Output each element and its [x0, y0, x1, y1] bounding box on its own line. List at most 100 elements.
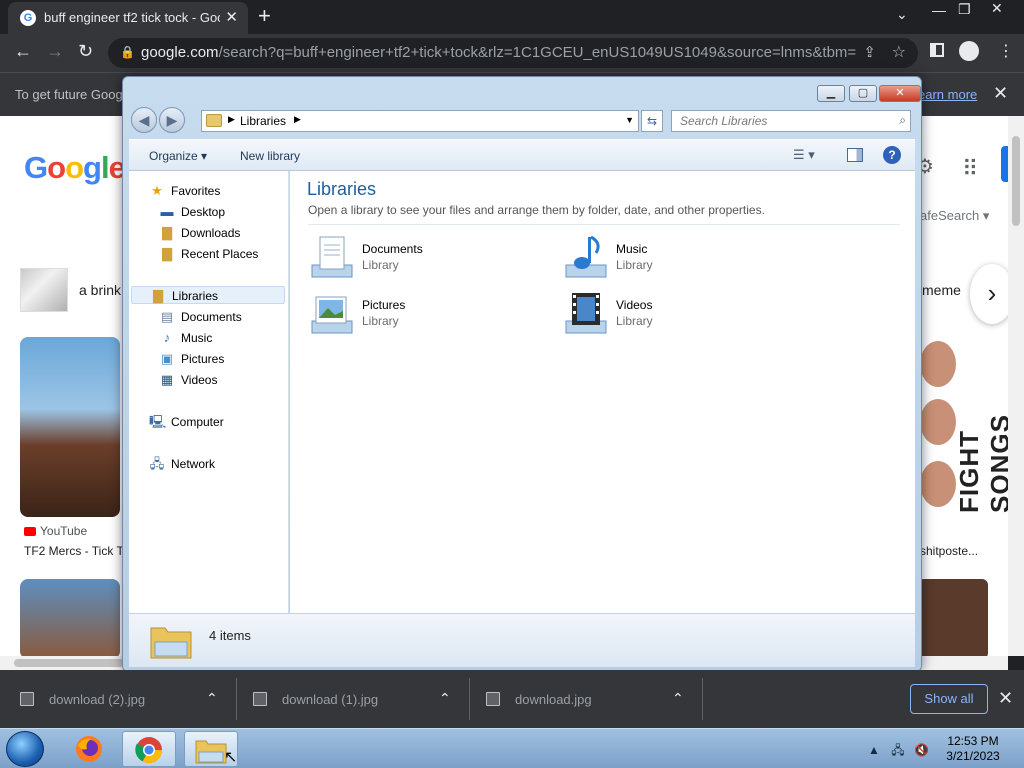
page-vertical-scrollbar[interactable] [1008, 116, 1024, 656]
taskbar-chrome[interactable] [122, 731, 176, 767]
download-menu-chevron-icon[interactable]: ⌃ [206, 690, 218, 707]
nav-videos[interactable]: ▦ Videos [159, 371, 218, 389]
explorer-window[interactable]: ▁ ▢ ✕ ◀ ▶ ▶ Libraries ▶ ▼ ⇆ Search Libra… [122, 76, 922, 672]
show-hidden-icons-chevron-icon[interactable]: ▲ [868, 743, 880, 757]
show-all-downloads-button[interactable]: Show all [910, 684, 988, 714]
explorer-back-icon[interactable]: ◀ [131, 107, 157, 133]
clock-date: 3/21/2023 [946, 749, 1000, 763]
library-pictures[interactable]: Pictures Library [308, 289, 548, 337]
side-panel-icon[interactable] [930, 43, 944, 57]
related-chip-thumbnail[interactable] [20, 268, 68, 312]
close-window-icon[interactable]: ✕ [991, 0, 1003, 17]
organize-button[interactable]: Organize ▾ [149, 149, 207, 163]
library-music[interactable]: Music Library [562, 233, 802, 281]
start-button[interactable] [6, 731, 44, 767]
explorer-folder-icon [195, 740, 227, 764]
info-bar-close-icon[interactable]: ✕ [993, 83, 1008, 104]
download-menu-chevron-icon[interactable]: ⌃ [672, 690, 684, 707]
item-count: 4 items [209, 628, 251, 643]
explorer-refresh-icon[interactable]: ⇆ [641, 110, 663, 132]
explorer-close-button[interactable]: ✕ [879, 85, 921, 102]
downloads-bar-close-icon[interactable]: ✕ [998, 688, 1013, 709]
library-type: Library [362, 258, 399, 272]
image-result-thumbnail-right[interactable]: FIGHT SONGS [918, 337, 1008, 517]
breadcrumb-libraries[interactable]: Libraries [240, 114, 286, 128]
nav-computer[interactable]: 🖳 Computer [149, 413, 224, 431]
nav-pictures[interactable]: ▣ Pictures [159, 350, 225, 368]
new-library-button[interactable]: New library [240, 149, 300, 163]
minimize-window-icon[interactable]: — [932, 2, 946, 18]
explorer-address-bar[interactable]: ▶ Libraries ▶ ▼ [201, 110, 639, 132]
address-bar[interactable]: 🔒 google.com/search?q=buff+engineer+tf2+… [108, 38, 918, 68]
nav-network[interactable]: 🖧 Network [149, 455, 215, 473]
back-arrow-icon[interactable]: ← [14, 41, 32, 62]
explorer-minimize-button[interactable]: ▁ [817, 85, 845, 102]
chips-next-arrow-icon[interactable]: › [970, 264, 1008, 324]
explorer-search-input[interactable]: Search Libraries ⌕ [671, 110, 911, 132]
preview-pane-icon[interactable] [847, 148, 863, 162]
result-caption-right[interactable]: shitposte... [920, 544, 978, 558]
explorer-maximize-button[interactable]: ▢ [849, 85, 877, 102]
nav-favorites[interactable]: ★ Favorites [149, 182, 220, 200]
profile-avatar[interactable] [959, 41, 979, 61]
nav-label: Network [171, 457, 216, 471]
tab-search-chevron-icon[interactable]: ⌄ [896, 6, 908, 23]
pictures-icon: ▣ [160, 351, 174, 366]
url-path: /search?q=buff+engineer+tf2+tick+tock&rl… [218, 44, 856, 61]
forward-arrow-icon[interactable]: → [46, 41, 64, 62]
new-tab-icon[interactable]: + [258, 5, 271, 27]
scrollbar-thumb[interactable] [1012, 136, 1020, 226]
change-view-icon[interactable]: ☰ ▾ [793, 147, 815, 163]
sign-in-button[interactable] [1001, 146, 1008, 182]
restore-window-icon[interactable]: ❐ [958, 1, 971, 18]
help-icon[interactable]: ? [883, 146, 901, 164]
libraries-heading: Libraries [307, 179, 377, 199]
image-result-thumbnail[interactable] [918, 579, 988, 656]
nav-music[interactable]: ♪ Music [159, 329, 213, 347]
nav-label: Downloads [181, 226, 241, 240]
result-caption[interactable]: TF2 Mercs - Tick T [24, 544, 124, 558]
chrome-menu-icon[interactable]: ⋮ [998, 41, 1014, 61]
library-videos[interactable]: Videos Library [562, 289, 802, 337]
related-chip-label[interactable]: a brink [79, 282, 121, 298]
tab-close-icon[interactable]: ✕ [225, 8, 238, 26]
search-icon[interactable]: ⌕ [899, 113, 906, 128]
breadcrumb-arrow-icon[interactable]: ▶ [228, 114, 235, 125]
image-file-icon [253, 692, 267, 706]
nav-libraries[interactable]: ▇ Libraries [131, 286, 285, 304]
library-documents[interactable]: Documents Library [308, 233, 548, 281]
download-item[interactable]: download (2).jpg ⌃ [20, 670, 230, 728]
explorer-forward-icon[interactable]: ▶ [159, 107, 185, 133]
breadcrumb-arrow-icon[interactable]: ▶ [294, 114, 301, 125]
download-item[interactable]: download (1).jpg ⌃ [253, 670, 463, 728]
image-result-thumbnail[interactable] [20, 337, 120, 517]
browser-tab[interactable]: G buff engineer tf2 tick tock - Goog ✕ [8, 2, 248, 34]
download-menu-chevron-icon[interactable]: ⌃ [439, 690, 451, 707]
learn-more-link[interactable]: earn more [918, 87, 977, 102]
related-chip-meme[interactable]: meme [922, 282, 961, 298]
download-item[interactable]: download.jpg ⌃ [486, 670, 696, 728]
address-dropdown-icon[interactable]: ▼ [625, 115, 634, 125]
command-bar: Organize ▾ New library ☰ ▾ ? [129, 139, 915, 171]
image-result-thumbnail[interactable] [20, 579, 120, 656]
nav-recent-places[interactable]: ▇ Recent Places [159, 245, 258, 263]
taskbar-firefox[interactable] [62, 731, 116, 767]
nav-desktop[interactable]: ▬ Desktop [159, 203, 226, 221]
bookmark-star-icon[interactable]: ☆ [892, 42, 906, 62]
google-favicon-icon: G [20, 10, 36, 26]
google-logo[interactable]: Google [24, 150, 126, 186]
volume-muted-icon[interactable]: 🔇 [914, 743, 929, 757]
share-icon[interactable]: ⇪ [863, 43, 876, 61]
face-illustration [920, 341, 956, 387]
nav-downloads[interactable]: ▇ Downloads [159, 224, 240, 242]
pictures-library-icon [311, 296, 353, 334]
nav-documents[interactable]: ▤ Documents [159, 308, 242, 326]
taskbar-clock[interactable]: 12:53 PM 3/21/2023 [940, 734, 1006, 764]
google-apps-icon[interactable]: ⠿ [962, 156, 978, 182]
network-tray-icon[interactable]: 🖧 [891, 743, 904, 757]
reload-icon[interactable]: ↻ [78, 41, 93, 62]
scrollbar-thumb[interactable] [14, 659, 124, 667]
search-placeholder: Search Libraries [680, 114, 768, 128]
clock-time: 12:53 PM [947, 734, 999, 748]
safesearch-toggle[interactable]: afeSearch ▾ [920, 208, 989, 224]
